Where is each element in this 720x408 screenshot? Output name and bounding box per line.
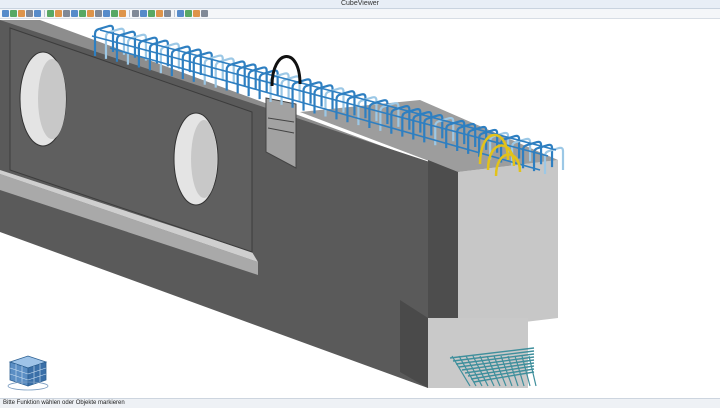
material-icon[interactable] [164,10,171,17]
rotate-icon[interactable] [95,10,102,17]
window-title: CubeViewer [340,0,379,7]
zoom-window-icon[interactable] [79,10,86,17]
measure-icon[interactable] [185,10,192,17]
new-icon[interactable] [2,10,9,17]
end-block-front [458,160,558,330]
open-icon[interactable] [10,10,17,17]
opening-right-shadow [191,120,217,198]
settings-icon[interactable] [34,10,41,17]
print-icon[interactable] [26,10,33,17]
light-icon[interactable] [156,10,163,17]
toolbar [0,9,720,19]
toolbar-separator [129,10,130,17]
zoom-in-icon[interactable] [63,10,70,17]
model-canvas[interactable] [0,20,720,398]
wireframe-icon[interactable] [132,10,139,17]
layer-icon[interactable] [177,10,184,17]
rotate-y-icon[interactable] [111,10,118,17]
pan-icon[interactable] [87,10,94,17]
view-icon[interactable] [55,10,62,17]
select-icon[interactable] [47,10,54,17]
toolbar-separator [44,10,45,17]
navigation-cube-icon[interactable] [7,355,49,391]
save-icon[interactable] [18,10,25,17]
toolbar-separator [174,10,175,17]
info-icon[interactable] [201,10,208,17]
rotate-x-icon[interactable] [103,10,110,17]
title-bar: CubeViewer [0,0,720,9]
opening-left-shadow [38,59,66,139]
shade-icon[interactable] [140,10,147,17]
render-icon[interactable] [148,10,155,17]
zoom-out-icon[interactable] [71,10,78,17]
end-block-side [428,160,458,330]
rotate-z-icon[interactable] [119,10,126,17]
section-icon[interactable] [193,10,200,17]
3d-viewport[interactable] [0,20,720,398]
